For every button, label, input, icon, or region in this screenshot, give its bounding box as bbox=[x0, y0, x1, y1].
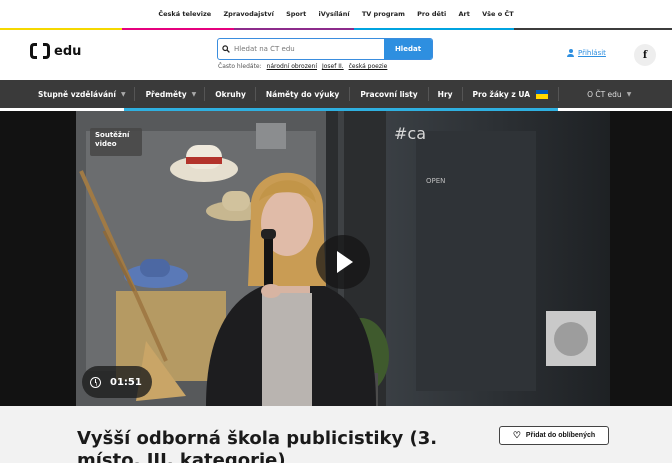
login-label: Přihlásit bbox=[578, 49, 606, 57]
competition-video-badge: Soutěžní video bbox=[90, 128, 142, 156]
search-input[interactable] bbox=[234, 39, 384, 59]
nav-item-o-ct-edu[interactable]: O ČT edu ▼ bbox=[559, 80, 631, 108]
nav-item-namety-do-vyuky[interactable]: Náměty do výuky bbox=[256, 80, 349, 108]
network-link-vse-o-ct[interactable]: Vše o ČT bbox=[482, 10, 514, 18]
login-link[interactable]: Přihlásit bbox=[567, 49, 606, 57]
clock-icon bbox=[90, 376, 101, 388]
network-link-ceska-televize[interactable]: Česká televize bbox=[158, 10, 211, 18]
duration-badge: 01:51 bbox=[82, 366, 152, 398]
ukraine-flag-icon bbox=[536, 89, 549, 99]
nav-item-predmety[interactable]: Předměty ▼ bbox=[135, 80, 205, 108]
chevron-down-icon: ▼ bbox=[626, 90, 632, 98]
nav-item-label: O ČT edu bbox=[587, 89, 622, 99]
often-link-josef-ii[interactable]: Josef II. bbox=[322, 63, 344, 70]
chevron-down-icon: ▼ bbox=[191, 90, 197, 98]
often-searched: Často hledáte: národní obrození Josef II… bbox=[218, 63, 387, 70]
nav-item-label: Náměty do výuky bbox=[265, 89, 340, 99]
facebook-icon[interactable]: f bbox=[634, 44, 656, 66]
add-to-favorites-label: Přidat do oblíbených bbox=[525, 432, 596, 439]
svg-text:#ca: #ca bbox=[394, 124, 426, 143]
often-link-narodni-obrozeni[interactable]: národní obrození bbox=[267, 63, 317, 70]
play-button-icon[interactable] bbox=[316, 235, 370, 289]
nav-item-label: Předměty bbox=[145, 89, 187, 99]
page-title: Vyšší odborná škola publicistiky (3. mís… bbox=[77, 428, 438, 463]
nav-item-label: Pracovní listy bbox=[360, 89, 418, 99]
network-nav: Česká televize Zpravodajství Sport iVysí… bbox=[0, 10, 672, 18]
nav-item-okruhy[interactable]: Okruhy bbox=[205, 80, 255, 108]
nav-item-stupne-vzdelavani[interactable]: Stupně vzdělávání ▼ bbox=[0, 80, 134, 108]
network-link-sport[interactable]: Sport bbox=[286, 10, 306, 18]
network-link-art[interactable]: Art bbox=[459, 10, 470, 18]
search-bar: Hledat bbox=[217, 38, 433, 60]
nav-item-label: Pro žáky z UA bbox=[472, 89, 531, 99]
search-icon bbox=[218, 39, 234, 59]
nav-item-label: Okruhy bbox=[215, 89, 246, 99]
ct-edu-logo[interactable]: edu bbox=[30, 43, 81, 59]
nav-item-hry[interactable]: Hry bbox=[429, 80, 462, 108]
main-nav: Stupně vzdělávání ▼ Předměty ▼ Okruhy Námě… bbox=[0, 80, 672, 108]
nav-item-label: Hry bbox=[437, 89, 453, 99]
logo-text: edu bbox=[54, 43, 82, 59]
network-link-tv-program[interactable]: TV program bbox=[362, 10, 405, 18]
svg-text:OPEN: OPEN bbox=[426, 177, 445, 185]
nav-item-pracovni-listy[interactable]: Pracovní listy bbox=[350, 80, 427, 108]
user-icon bbox=[567, 49, 574, 57]
often-searched-label: Často hledáte: bbox=[218, 63, 262, 70]
nav-item-pro-zaky-z-ua[interactable]: Pro žáky z UA bbox=[463, 80, 559, 108]
network-link-ivysilani[interactable]: iVysílání bbox=[318, 10, 349, 18]
network-link-pro-deti[interactable]: Pro děti bbox=[417, 10, 446, 18]
add-to-favorites-button[interactable]: ♡ Přidat do oblíbených bbox=[499, 426, 609, 445]
search-button[interactable]: Hledat bbox=[384, 39, 432, 59]
site-header: edu Hledat Často hledáte: národní obroze… bbox=[0, 30, 672, 80]
heart-icon: ♡ bbox=[512, 430, 521, 440]
chevron-down-icon: ▼ bbox=[120, 90, 126, 98]
often-link-ceska-poezie[interactable]: česká poezie bbox=[349, 63, 388, 70]
nav-item-label: Stupně vzdělávání bbox=[38, 89, 116, 99]
network-bar: Česká televize Zpravodajství Sport iVysí… bbox=[0, 0, 672, 30]
duration-text: 01:51 bbox=[110, 376, 142, 388]
network-link-zpravodajstvi[interactable]: Zpravodajství bbox=[223, 10, 273, 18]
ct-logo-icon bbox=[30, 43, 50, 59]
